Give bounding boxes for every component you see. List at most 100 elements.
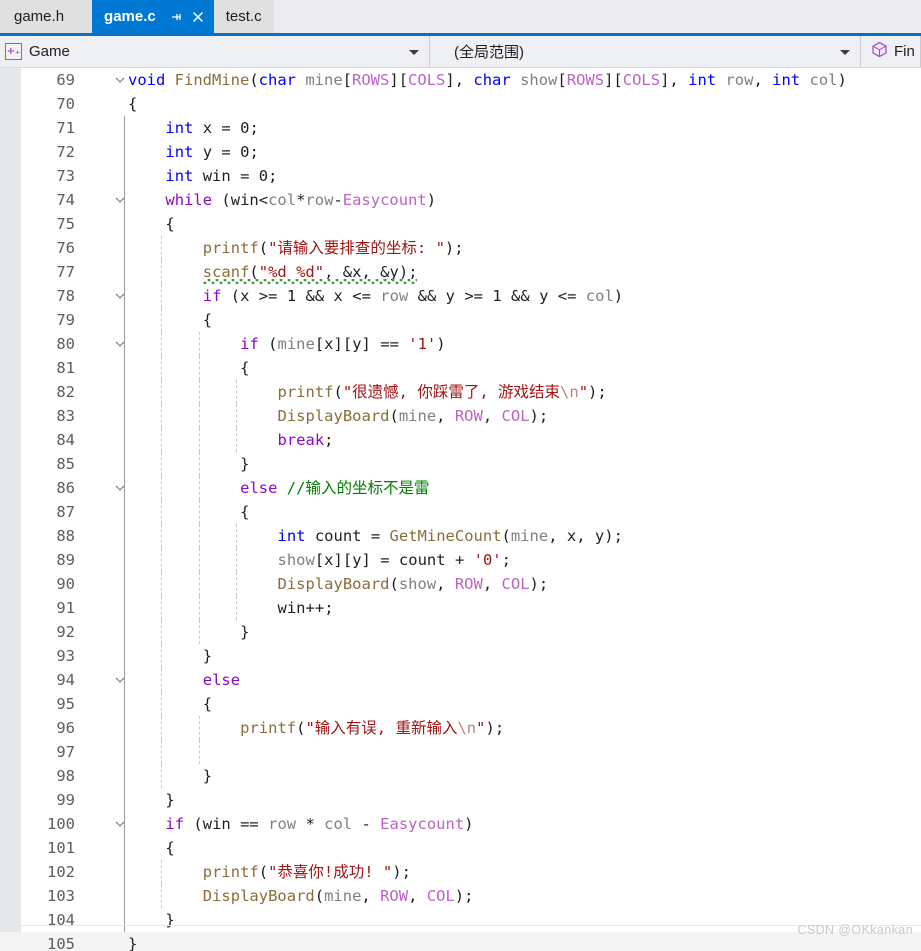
indent-guide — [124, 404, 125, 428]
code-text: DisplayBoard(mine, ROW, COL); — [202, 887, 474, 905]
indent-guide — [124, 716, 125, 740]
code-line[interactable]: 95 { — [0, 692, 921, 716]
code-text: } — [240, 623, 250, 641]
cpp-project-icon: +₊ — [5, 43, 22, 60]
line-number: 96 — [56, 719, 75, 737]
code-text: DisplayBoard(show, ROW, COL); — [277, 575, 549, 593]
tab-label: test.c — [225, 8, 262, 25]
line-number: 82 — [56, 383, 75, 401]
code-text: } — [202, 647, 213, 665]
code-line[interactable]: 88 int count = GetMineCount(mine, x, y); — [0, 524, 921, 548]
tab-label: game.c — [104, 8, 156, 25]
code-line[interactable]: 91 win++; — [0, 596, 921, 620]
chevron-down-icon[interactable] — [840, 49, 850, 55]
indent-guide — [124, 836, 125, 860]
fold-chevron-down-icon[interactable] — [112, 284, 128, 308]
code-text: { — [240, 503, 250, 521]
code-lines-container[interactable]: 69 void FindMine(char mine[ROWS][COLS], c… — [0, 68, 921, 951]
code-text: } — [128, 935, 138, 951]
code-line[interactable]: 103 DisplayBoard(mine, ROW, COL); — [0, 884, 921, 908]
code-line[interactable]: 75 { — [0, 212, 921, 236]
indent-guide — [124, 164, 125, 188]
line-number: 88 — [56, 527, 75, 545]
code-line[interactable]: 105} — [0, 932, 921, 951]
code-line[interactable]: 96 printf("输入有误, 重新输入\n"); — [0, 716, 921, 740]
global-scope-label: (全局范围) — [454, 44, 524, 61]
fold-chevron-down-icon[interactable] — [112, 68, 128, 92]
code-text: void FindMine(char mine[ROWS][COLS], cha… — [128, 71, 847, 89]
code-line[interactable]: 73 int win = 0; — [0, 164, 921, 188]
code-line[interactable]: 87 { — [0, 500, 921, 524]
indent-guide — [161, 740, 163, 764]
line-number: 90 — [56, 575, 75, 593]
code-line[interactable]: 100 if (win == row * col - Easycount) — [0, 812, 921, 836]
indent-guide — [124, 428, 125, 452]
code-line[interactable]: 101 { — [0, 836, 921, 860]
code-line[interactable]: 104 } — [0, 908, 921, 932]
code-line[interactable]: 85 } — [0, 452, 921, 476]
cube-icon — [871, 41, 888, 63]
indent-guide — [124, 308, 125, 332]
code-line[interactable]: 81 { — [0, 356, 921, 380]
fold-chevron-down-icon[interactable] — [112, 476, 128, 500]
indent-guide — [124, 620, 125, 644]
code-line[interactable]: 78 if (x >= 1 && x <= row && y >= 1 && y… — [0, 284, 921, 308]
code-line[interactable]: 74 while (win<col*row-Easycount) — [0, 188, 921, 212]
code-line[interactable]: 82 printf("很遗憾, 你踩雷了, 游戏结束\n"); — [0, 380, 921, 404]
line-number: 101 — [47, 839, 75, 857]
indent-guide — [124, 500, 125, 524]
line-number: 73 — [56, 167, 75, 185]
code-line[interactable]: 84 break; — [0, 428, 921, 452]
fold-chevron-down-icon[interactable] — [112, 188, 128, 212]
code-line[interactable]: 69 void FindMine(char mine[ROWS][COLS], c… — [0, 68, 921, 92]
code-editor[interactable]: 69 void FindMine(char mine[ROWS][COLS], c… — [0, 68, 921, 951]
code-line[interactable]: 79 { — [0, 308, 921, 332]
code-line[interactable]: 70 { — [0, 92, 921, 116]
fold-chevron-down-icon[interactable] — [112, 812, 128, 836]
code-line[interactable]: 99 } — [0, 788, 921, 812]
code-line[interactable]: 93 } — [0, 644, 921, 668]
code-line[interactable]: 80 if (mine[x][y] == '1') — [0, 332, 921, 356]
pin-icon[interactable] — [166, 7, 186, 27]
code-line[interactable]: 72 int y = 0; — [0, 140, 921, 164]
code-line[interactable]: 71 int x = 0; — [0, 116, 921, 140]
tab-game-h[interactable]: game.h — [0, 0, 93, 33]
line-number: 91 — [56, 599, 75, 617]
member-dropdown[interactable]: Fin — [861, 36, 921, 67]
code-text: { — [128, 95, 138, 113]
line-number: 84 — [56, 431, 75, 449]
code-line[interactable]: 86 else //输入的坐标不是雷 — [0, 476, 921, 500]
indent-guide — [124, 548, 125, 572]
tab-test-c[interactable]: test.c — [213, 0, 274, 33]
code-line[interactable]: 92 } — [0, 620, 921, 644]
code-text: { — [202, 311, 213, 329]
code-line[interactable]: 89 show[x][y] = count + '0'; — [0, 548, 921, 572]
line-number: 100 — [47, 815, 75, 833]
code-text: if (mine[x][y] == '1') — [240, 335, 446, 353]
code-text: printf("恭喜你!成功! "); — [202, 863, 411, 881]
indent-guide — [124, 356, 125, 380]
code-line[interactable]: 77 scanf("%d %d", &x, &y); — [0, 260, 921, 284]
code-line[interactable]: 83 DisplayBoard(mine, ROW, COL); — [0, 404, 921, 428]
chevron-down-icon[interactable] — [409, 49, 419, 55]
global-scope-dropdown[interactable]: (全局范围) — [430, 36, 861, 67]
code-line[interactable]: 102 printf("恭喜你!成功! "); — [0, 860, 921, 884]
close-icon[interactable] — [188, 7, 208, 27]
line-number: 95 — [56, 695, 75, 713]
code-line[interactable]: 94 else — [0, 668, 921, 692]
project-scope-dropdown[interactable]: +₊ Game — [0, 36, 430, 67]
line-number: 104 — [47, 911, 75, 929]
code-line[interactable]: 90 DisplayBoard(show, ROW, COL); — [0, 572, 921, 596]
code-line[interactable]: 98 } — [0, 764, 921, 788]
line-number: 86 — [56, 479, 75, 497]
code-line[interactable]: 97 — [0, 740, 921, 764]
code-text: printf("很遗憾, 你踩雷了, 游戏结束\n"); — [277, 383, 607, 401]
fold-chevron-down-icon[interactable] — [112, 332, 128, 356]
fold-chevron-down-icon[interactable] — [112, 668, 128, 692]
code-text: int win = 0; — [165, 167, 278, 185]
tab-game-c[interactable]: game.c — [92, 0, 214, 33]
indent-guide — [124, 572, 125, 596]
line-number: 74 — [56, 191, 75, 209]
code-line[interactable]: 76 printf("请输入要排查的坐标: "); — [0, 236, 921, 260]
line-number: 70 — [56, 95, 75, 113]
